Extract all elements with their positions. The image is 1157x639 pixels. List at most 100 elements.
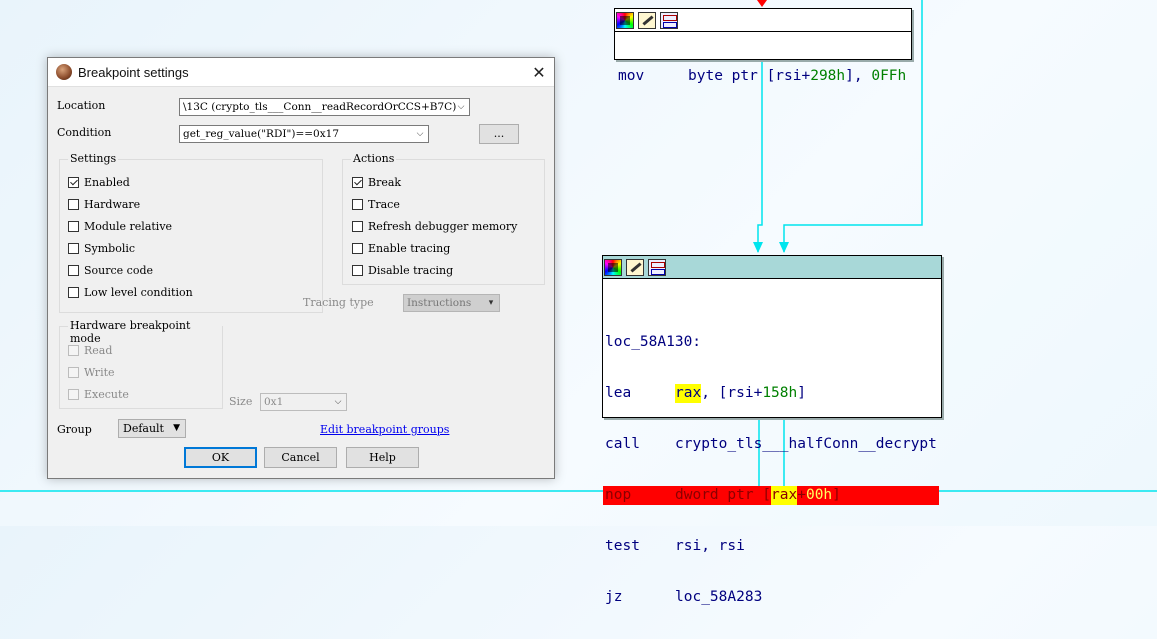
checkbox-label: Enabled	[84, 175, 130, 189]
location-combo[interactable]: \13C (crypto_tls___Conn__readRecordOrCCS…	[179, 98, 470, 116]
checkbox-label: Disable tracing	[368, 263, 454, 277]
code-label[interactable]: loc_58A130:	[605, 333, 941, 352]
enabled-checkbox[interactable]: Enabled	[68, 175, 130, 189]
app-icon	[56, 64, 72, 80]
code-node-main[interactable]: loc_58A130: lea rax, [rsi+ 158h] call cry…	[602, 255, 942, 605]
register-highlight[interactable]: rax	[771, 486, 798, 505]
close-icon[interactable]: ✕	[524, 63, 554, 82]
mnemonic: jz	[605, 589, 623, 605]
condition-editor-button[interactable]: ...	[479, 124, 519, 144]
operand: byte ptr [rsi+	[688, 68, 811, 84]
checkbox-box	[352, 198, 363, 210]
trace-checkbox[interactable]: Trace	[352, 197, 400, 211]
enable-tracing-checkbox[interactable]: Enable tracing	[352, 241, 450, 255]
settings-group-title: Settings	[68, 152, 119, 165]
location-value: \13C (crypto_tls___Conn__readRecordOrCCS…	[183, 101, 457, 113]
node-color-icon[interactable]	[616, 11, 634, 29]
tracing-type-select: Instructions ▾	[403, 294, 500, 312]
checkbox-label: Break	[368, 175, 402, 189]
refresh-memory-checkbox[interactable]: Refresh debugger memory	[352, 219, 517, 233]
checkbox-box	[68, 264, 79, 276]
operand-number: 00h	[805, 487, 833, 503]
actions-group-title: Actions	[351, 152, 397, 165]
call-target[interactable]: crypto_tls___halfConn__decrypt	[675, 435, 937, 454]
mnemonic: mov	[618, 68, 645, 84]
checkbox-label: Symbolic	[84, 241, 136, 255]
checkbox-label: Module relative	[84, 219, 173, 233]
group-nodes-icon[interactable]	[660, 11, 678, 29]
breakpoint-line[interactable]: nop dword ptr [rax +00h]	[603, 486, 939, 505]
help-button[interactable]: Help	[346, 447, 419, 468]
checkbox-box	[68, 388, 79, 400]
size-select: 0x1 ⌵	[260, 393, 347, 411]
read-checkbox: Read	[68, 343, 112, 357]
ok-button[interactable]: OK	[184, 447, 257, 468]
module-relative-checkbox[interactable]: Module relative	[68, 219, 172, 233]
code-line[interactable]: jz loc_58A283	[605, 588, 941, 607]
checkbox-box	[68, 220, 79, 232]
checkbox-box	[68, 242, 79, 254]
tracing-type-value: Instructions	[407, 297, 472, 309]
checkbox-box	[68, 286, 79, 298]
checkbox-label: Enable tracing	[368, 241, 451, 255]
group-value: Default	[123, 422, 164, 435]
size-value: 0x1	[264, 396, 284, 408]
hardware-checkbox[interactable]: Hardware	[68, 197, 140, 211]
taken-edge-arrow	[757, 0, 767, 7]
operand: , [rsi+	[701, 385, 763, 401]
edge-arrow	[779, 242, 789, 253]
node-toolbar	[615, 9, 911, 32]
checkbox-label: Refresh debugger memory	[368, 219, 518, 233]
node-toolbar	[603, 256, 941, 279]
operand-number: 298h	[810, 68, 846, 84]
edit-breakpoint-groups-link[interactable]: Edit breakpoint groups	[320, 423, 449, 436]
dialog-title: Breakpoint settings	[78, 64, 189, 80]
operand-number: 158h	[762, 385, 798, 401]
checkbox-box	[68, 198, 79, 210]
operand: ]	[832, 487, 841, 503]
condition-input[interactable]: get_reg_value("RDI")==0x17 ⌵	[179, 125, 429, 143]
chevron-down-icon: ⌵	[334, 397, 342, 407]
checkbox-box	[68, 344, 79, 356]
operand: dword ptr [	[675, 487, 772, 503]
symbolic-checkbox[interactable]: Symbolic	[68, 241, 135, 255]
rename-node-icon[interactable]	[638, 11, 656, 29]
group-nodes-icon[interactable]	[648, 258, 666, 276]
group-label: Group	[57, 423, 92, 436]
caret-down-icon: ▼	[173, 423, 180, 433]
rename-node-icon[interactable]	[626, 258, 644, 276]
checkbox-box	[352, 176, 363, 188]
chevron-down-icon: ⌵	[457, 102, 465, 112]
low-level-condition-checkbox[interactable]: Low level condition	[68, 285, 193, 299]
breakpoint-settings-dialog[interactable]: Breakpoint settings ✕ Location \13C (cry…	[47, 57, 555, 479]
code-node-top[interactable]: mov byte ptr [rsi+ 298h], 0FFh	[614, 8, 912, 84]
code-line[interactable]: test rsi, rsi	[605, 537, 941, 556]
break-checkbox[interactable]: Break	[352, 175, 401, 189]
jump-target[interactable]: loc_58A283	[675, 588, 762, 607]
checkbox-box	[68, 366, 79, 378]
code-line[interactable]: call crypto_tls___halfConn__decrypt	[605, 435, 941, 454]
dialog-titlebar[interactable]: Breakpoint settings ✕	[48, 58, 554, 87]
checkbox-label: Read	[84, 343, 113, 357]
disable-tracing-checkbox[interactable]: Disable tracing	[352, 263, 453, 277]
location-label: Location	[57, 99, 106, 112]
mnemonic: test	[605, 538, 640, 554]
node-color-icon[interactable]	[604, 258, 622, 276]
checkbox-label: Write	[84, 365, 115, 379]
write-checkbox: Write	[68, 365, 115, 379]
operand-number: 0FFh	[871, 68, 907, 84]
tracing-type-label: Tracing type	[303, 296, 374, 309]
register-highlight[interactable]: rax	[675, 384, 702, 403]
cancel-button[interactable]: Cancel	[264, 447, 337, 468]
checkbox-label: Trace	[368, 197, 400, 211]
checkbox-label: Source code	[84, 263, 154, 277]
checkbox-box	[352, 220, 363, 232]
execute-checkbox: Execute	[68, 387, 129, 401]
operand: rsi, rsi	[675, 538, 745, 554]
group-select[interactable]: Default ▼	[118, 419, 186, 438]
code-line[interactable]: lea rax, [rsi+ 158h]	[605, 384, 941, 403]
operand: ],	[845, 68, 872, 84]
hardware-mode-group-title: Hardware breakpoint mode	[68, 319, 222, 345]
source-code-checkbox[interactable]: Source code	[68, 263, 153, 277]
code-line[interactable]: mov byte ptr [rsi+ 298h], 0FFh	[618, 67, 911, 86]
